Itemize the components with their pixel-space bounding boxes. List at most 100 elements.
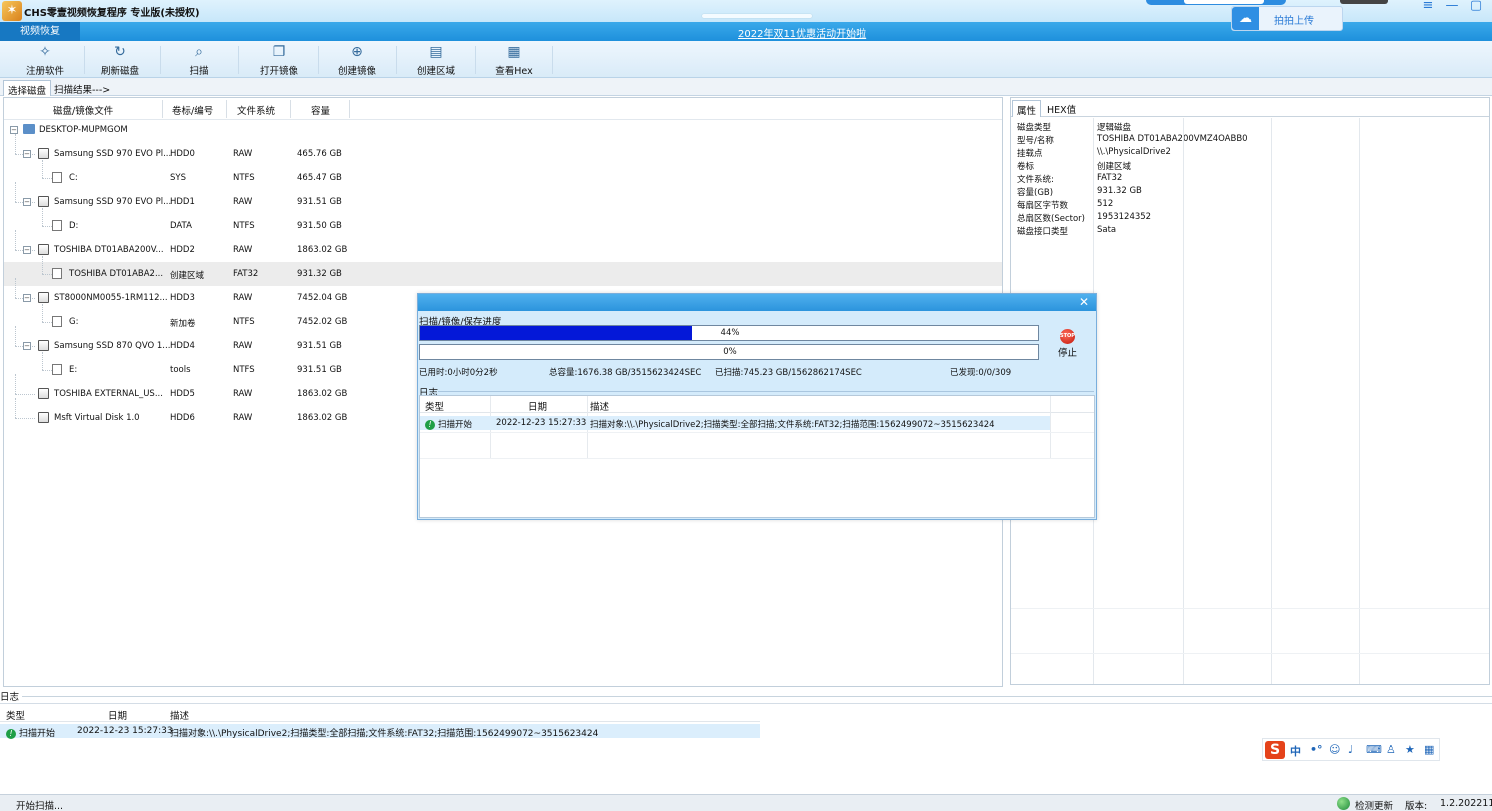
- register-button[interactable]: ✧ 注册软件: [6, 43, 84, 77]
- partition-row[interactable]: C: SYS NTFS 465.47 GB: [4, 160, 1002, 190]
- log-label: 日志: [0, 692, 20, 703]
- property-row[interactable]: 型号/名称 TOSHIBA DT01ABA200VMZ4OABB0: [1011, 133, 1489, 146]
- create-region-button[interactable]: ▤ 创建区域: [397, 43, 475, 77]
- sogou-logo-icon[interactable]: S: [1265, 741, 1285, 759]
- log-row[interactable]: ! 扫描开始 2022-12-23 15:27:33 扫描对象:\\.\Physi…: [0, 724, 760, 739]
- ime-keyboard-icon[interactable]: ⌨: [1366, 743, 1382, 756]
- column-header-label[interactable]: 卷标/编号: [172, 103, 213, 117]
- disk-name: Msft Virtual Disk 1.0: [54, 413, 140, 423]
- property-value: TOSHIBA DT01ABA200VMZ4OABB0: [1097, 134, 1248, 144]
- page-tabs: 选择磁盘 扫描结果--->: [0, 78, 1492, 97]
- dialog-title-bar: ✕: [418, 294, 1096, 311]
- partition-name: C:: [69, 173, 78, 183]
- property-key: 文件系统:: [1017, 175, 1054, 185]
- log-row-type: ! 扫描开始: [6, 726, 55, 739]
- partition-row[interactable]: D: DATA NTFS 931.50 GB: [4, 208, 1002, 238]
- refresh-disk-icon: ↻: [114, 44, 126, 60]
- disk-row[interactable]: − TOSHIBA DT01ABA200V... HDD2 RAW 1863.02 GB: [4, 230, 1002, 262]
- collapse-icon[interactable]: −: [10, 126, 18, 134]
- dialog-log-row[interactable]: ! 扫描开始 2022-12-23 15:27:33 扫描对象:\\.\Physi…: [420, 416, 1050, 430]
- ime-voice-icon[interactable]: ♩: [1348, 743, 1353, 756]
- ime-skin-icon[interactable]: ★: [1405, 743, 1415, 756]
- log-header: 类型 日期 描述: [0, 704, 760, 722]
- dialog-log-header-desc[interactable]: 描述: [590, 399, 609, 413]
- property-key: 挂载点: [1017, 149, 1043, 159]
- log-header-date[interactable]: 日期: [108, 708, 127, 722]
- property-row[interactable]: 卷标 创建区域: [1011, 159, 1489, 172]
- minimize-icon[interactable]: —: [1440, 0, 1464, 14]
- dialog-log-table: 类型 日期 描述 ! 扫描开始 2022-12-23 15:27:33 扫描对象:…: [419, 395, 1095, 518]
- refresh-disk-button[interactable]: ↻ 刷新磁盘: [81, 43, 159, 77]
- tab-select-disk[interactable]: 选择磁盘: [3, 80, 52, 97]
- collapse-icon[interactable]: −: [23, 246, 31, 254]
- ime-toolbar[interactable]: S 中 •° ☺ ♩ ⌨ ♙ ★ ▦: [1262, 738, 1440, 761]
- computer-icon: [23, 124, 35, 134]
- hex-view-button[interactable]: ▦ 查看Hex: [475, 43, 553, 77]
- tree-line: [42, 256, 43, 274]
- column-header-name[interactable]: 磁盘/镜像文件: [53, 103, 113, 117]
- promo-banner-link[interactable]: 2022年双11优惠活动开始啦: [738, 25, 866, 40]
- hard-drive-icon: [38, 148, 49, 159]
- collapse-icon[interactable]: −: [23, 342, 31, 350]
- property-row[interactable]: 文件系统: FAT32: [1011, 172, 1489, 185]
- dialog-log-header-date[interactable]: 日期: [528, 399, 547, 413]
- ime-chinese-mode[interactable]: 中: [1290, 743, 1301, 759]
- tab-scan-results[interactable]: 扫描结果--->: [50, 80, 114, 96]
- check-update-link[interactable]: 检测更新: [1355, 798, 1393, 811]
- scan-button[interactable]: ⌕ 扫描: [160, 43, 238, 77]
- log-row-desc: 扫描对象:\\.\PhysicalDrive2;扫描类型:全部扫描;文件系统:F…: [170, 729, 599, 739]
- cloud-upload-label: 拍拍上传: [1274, 16, 1314, 27]
- tab-properties[interactable]: 属性: [1012, 100, 1042, 117]
- version-label: 版本:: [1405, 801, 1428, 811]
- tree-root-row[interactable]: − DESKTOP-MUPMGOM: [4, 118, 1002, 142]
- tree-line: [15, 374, 16, 394]
- disk-row[interactable]: − Samsung SSD 970 EVO Pl... HDD1 RAW 931.51 …: [4, 182, 1002, 214]
- property-row[interactable]: 容量(GB) 931.32 GB: [1011, 185, 1489, 198]
- dialog-log-header-type[interactable]: 类型: [425, 399, 444, 413]
- property-row[interactable]: 磁盘类型 逻辑磁盘: [1011, 120, 1489, 133]
- partition-icon: [52, 172, 62, 183]
- property-row[interactable]: 挂载点 \\.\PhysicalDrive2: [1011, 146, 1489, 159]
- partition-filesystem: NTFS: [233, 365, 255, 375]
- property-row[interactable]: 每扇区字节数 512: [1011, 198, 1489, 211]
- stop-icon[interactable]: STOP: [1060, 329, 1075, 344]
- ime-toolbox-icon[interactable]: ▦: [1424, 743, 1434, 756]
- partition-row[interactable]: TOSHIBA DT01ABA2... 创建区域 FAT32 931.32 GB: [4, 256, 1002, 286]
- collapse-icon[interactable]: −: [23, 150, 31, 158]
- disk-filesystem: RAW: [233, 341, 253, 351]
- cloud-upload-button[interactable]: ☁ 拍拍上传: [1231, 6, 1343, 31]
- ime-user-icon[interactable]: ♙: [1386, 743, 1396, 756]
- maximize-icon[interactable]: ▢: [1464, 0, 1488, 14]
- column-header-size[interactable]: 容量: [311, 103, 330, 117]
- close-icon[interactable]: ✕: [1076, 295, 1092, 309]
- ime-emoji-icon[interactable]: ☺: [1329, 743, 1340, 756]
- collapse-icon[interactable]: −: [23, 294, 31, 302]
- elapsed-time: 已用时:0小时0分2秒: [419, 368, 498, 378]
- tree-line: [15, 326, 16, 346]
- column-header-filesystem[interactable]: 文件系统: [237, 103, 275, 117]
- partition-size: 931.51 GB: [297, 365, 342, 375]
- disk-size: 1863.02 GB: [297, 389, 348, 399]
- toolbar-separator: [552, 46, 553, 74]
- create-image-button[interactable]: ⊕ 创建镜像: [318, 43, 396, 77]
- property-key: 每扇区字节数: [1017, 201, 1069, 211]
- collapse-icon[interactable]: −: [23, 198, 31, 206]
- tree-line: [42, 226, 52, 227]
- property-row[interactable]: 总扇区数(Sector) 1953124352: [1011, 211, 1489, 224]
- property-row[interactable]: 磁盘接口类型 Sata: [1011, 224, 1489, 237]
- menu-icon[interactable]: ≡: [1416, 0, 1440, 14]
- hard-drive-icon: [38, 388, 49, 399]
- log-header-type[interactable]: 类型: [6, 708, 25, 722]
- ime-punctuation-icon[interactable]: •°: [1310, 743, 1323, 756]
- tab-video-recovery[interactable]: 视频恢复: [0, 22, 80, 41]
- open-image-button[interactable]: ❐ 打开镜像: [240, 43, 318, 77]
- disk-row[interactable]: − Samsung SSD 970 EVO Pl... HDD0 RAW 465.76 …: [4, 134, 1002, 166]
- log-header-desc[interactable]: 描述: [170, 708, 189, 722]
- disk-filesystem: RAW: [233, 413, 253, 423]
- tree-line: [42, 370, 52, 371]
- disk-label: HDD4: [170, 341, 195, 351]
- tab-hex-value[interactable]: HEX值: [1043, 100, 1080, 117]
- tree-line: [42, 322, 52, 323]
- stop-button-label[interactable]: 停止: [1058, 345, 1077, 359]
- disk-tree-header: 磁盘/镜像文件 卷标/编号 文件系统 容量: [4, 98, 1002, 120]
